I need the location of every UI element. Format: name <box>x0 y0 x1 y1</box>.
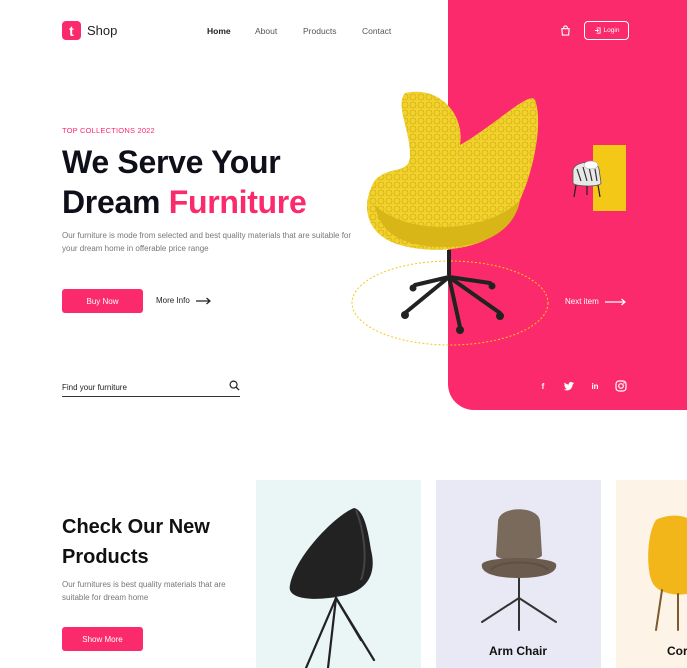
product-card[interactable] <box>256 480 421 668</box>
next-item-link[interactable]: Next item <box>565 297 627 306</box>
next-item-label: Next item <box>565 297 599 306</box>
hero-title-line2: Dream Furniture <box>62 182 307 222</box>
nav-about[interactable]: About <box>255 26 277 36</box>
facebook-icon[interactable]: f <box>537 380 549 392</box>
product-card-label: Cor <box>667 644 687 658</box>
products-section-description: Our furnitures is best quality materials… <box>62 580 226 602</box>
arm-chair-image <box>481 509 557 631</box>
nav-products[interactable]: Products <box>303 26 337 36</box>
arrow-right-icon <box>195 297 211 304</box>
instagram-icon[interactable] <box>615 380 627 392</box>
logo-mark-icon: t <box>62 21 81 40</box>
search-bar <box>62 377 240 397</box>
brand-logo[interactable]: t Shop <box>62 21 117 40</box>
product-card[interactable]: Arm Chair <box>436 480 601 668</box>
linkedin-icon[interactable]: in <box>589 380 601 392</box>
hero-title-highlight: Furniture <box>168 184 307 220</box>
twitter-icon[interactable] <box>563 380 575 392</box>
arrow-right-icon <box>604 298 626 305</box>
product-card-label: Arm Chair <box>489 644 548 658</box>
login-icon <box>594 27 601 34</box>
more-info-link[interactable]: More Info <box>156 296 212 305</box>
more-info-label: More Info <box>156 296 190 305</box>
hero-title: We Serve Your Dream Furniture <box>62 142 307 222</box>
yellow-chair-image <box>648 515 687 631</box>
shopping-bag-icon[interactable] <box>560 25 571 36</box>
hero-title-dream: Dream <box>62 184 169 220</box>
search-icon[interactable] <box>229 380 240 391</box>
egg-chair-image <box>351 91 549 346</box>
products-section-title: Check Our New Products <box>62 516 210 568</box>
show-more-button[interactable]: Show More <box>62 627 143 651</box>
shell-chair-image <box>289 508 376 668</box>
nav-home[interactable]: Home <box>207 26 231 36</box>
buy-now-button[interactable]: Buy Now <box>62 289 143 313</box>
search-input[interactable] <box>62 378 212 397</box>
brand-name: Shop <box>87 23 118 38</box>
nav-contact[interactable]: Contact <box>362 26 391 36</box>
hero-description: Our furniture is mode from selected and … <box>62 231 352 253</box>
product-card[interactable]: Cor <box>616 480 687 668</box>
lounge-chair-thumbnail[interactable] <box>567 153 617 203</box>
login-button[interactable]: Login <box>584 21 629 40</box>
hero-eyebrow: TOP COLLECTIONS 2022 <box>62 126 155 135</box>
login-label: Login <box>603 27 620 34</box>
hero-title-line1: We Serve Your <box>62 144 281 180</box>
